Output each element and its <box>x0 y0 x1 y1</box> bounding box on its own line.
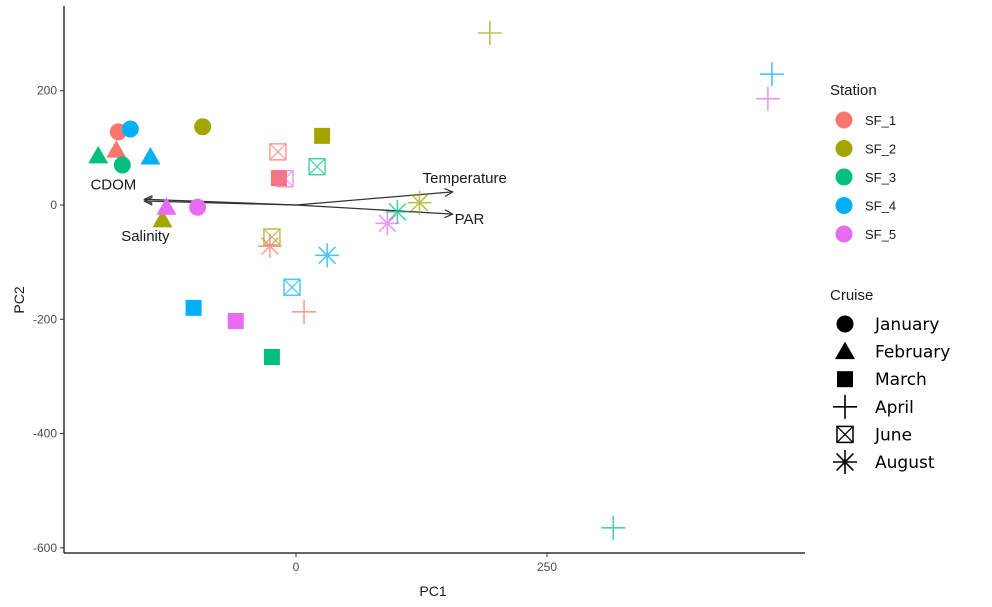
point-sf_3-february <box>88 145 109 164</box>
y-tick-label: -400 <box>33 427 57 441</box>
point-sf_3-april <box>601 515 626 540</box>
y-tick-label: -600 <box>33 541 57 555</box>
x-tick-label: 0 <box>293 560 300 574</box>
point-sf_3-march <box>263 348 280 365</box>
triangle-marker <box>106 140 127 158</box>
point-sf_2-march <box>314 127 331 144</box>
legend-label-august: August <box>875 453 935 473</box>
legend-label-sf_5: SF_5 <box>865 227 896 242</box>
legend-shape-march <box>837 371 853 388</box>
legend-label-march: March <box>875 370 927 390</box>
legend-shape-april <box>833 394 857 419</box>
point-sf_1-june <box>269 143 287 161</box>
y-tick-label: -200 <box>33 312 57 326</box>
legend-label-sf_1: SF_1 <box>865 113 896 128</box>
legend-label-sf_2: SF_2 <box>865 142 896 157</box>
y-tick-label: 200 <box>37 84 57 98</box>
point-sf_4-june <box>283 278 301 297</box>
circle-marker <box>121 120 139 138</box>
vector-label: Temperature <box>423 170 507 187</box>
point-sf_4-march <box>185 299 202 316</box>
legend-cruise-title: Cruise <box>830 287 873 304</box>
axes: 200 0 -200 -400 -600 0 250 <box>33 6 805 574</box>
legend-label-sf_4: SF_4 <box>865 199 896 214</box>
legend-station-title: Station <box>830 82 877 99</box>
point-sf_5-august <box>375 211 400 236</box>
legend-shape-june <box>836 425 854 444</box>
circle-marker <box>189 198 207 216</box>
legend-swatch-sf_5 <box>835 225 853 243</box>
point-sf_3-june <box>308 157 326 176</box>
square-marker <box>314 127 331 144</box>
point-sf_2-april <box>477 21 502 46</box>
point-sf_3-august <box>385 199 410 224</box>
point-sf_4-april <box>759 62 784 87</box>
vector-label: CDOM <box>90 176 136 193</box>
legend-label-february: February <box>875 343 950 363</box>
point-sf_2-january <box>194 118 212 136</box>
vector-label: Salinity <box>121 228 170 245</box>
square-marker <box>227 312 244 329</box>
point-sf_4-february <box>140 147 161 165</box>
triangle-marker <box>835 341 855 360</box>
x-tick-label: 250 <box>537 560 557 574</box>
circle-marker <box>113 156 131 174</box>
y-axis-title: PC2 <box>11 286 27 313</box>
triangle-marker <box>140 147 161 165</box>
legend-swatch-sf_3 <box>835 168 853 186</box>
legend-shape-january <box>836 315 854 333</box>
triangle-marker <box>88 145 109 164</box>
point-sf_1-august <box>257 234 282 259</box>
point-sf_5-january <box>189 198 207 216</box>
square-marker <box>185 299 202 316</box>
point-sf_2-august <box>407 190 432 215</box>
legend-shape-february <box>835 341 855 360</box>
legend-label-june: June <box>874 425 912 445</box>
point-sf_5-april <box>755 86 780 111</box>
square-marker <box>263 348 280 365</box>
y-tick-label: 0 <box>50 198 57 212</box>
circle-marker <box>194 118 212 136</box>
square-marker <box>837 371 853 388</box>
legend-label-sf_3: SF_3 <box>865 170 896 185</box>
legend-label-january: January <box>874 315 939 335</box>
point-sf_3-january <box>113 156 131 174</box>
x-axis-title: PC1 <box>419 583 446 599</box>
legend: Station SF_1 SF_2 SF_3 SF_4 SF_5 CruiseJanuary… <box>830 82 950 474</box>
legend-label-april: April <box>875 398 914 418</box>
pca-biplot: 200 0 -200 -400 -600 0 250 CDOM Salinity Tempera… <box>11 6 950 599</box>
circle-marker <box>836 315 854 333</box>
loading-vectors: CDOM Salinity Temperature PAR <box>90 170 506 245</box>
data-points <box>88 21 784 540</box>
point-sf_5-march <box>227 312 244 329</box>
point-sf_1-february <box>106 140 127 158</box>
vector-label: PAR <box>455 211 485 228</box>
legend-swatch-sf_2 <box>835 140 853 157</box>
point-sf_1-april <box>292 299 317 324</box>
legend-swatch-sf_4 <box>835 197 853 214</box>
point-sf_4-august <box>315 243 340 268</box>
point-sf_4-january <box>121 120 139 138</box>
vector-arrow <box>295 204 453 214</box>
legend-shape-august <box>833 450 857 474</box>
legend-swatch-sf_1 <box>835 111 853 129</box>
